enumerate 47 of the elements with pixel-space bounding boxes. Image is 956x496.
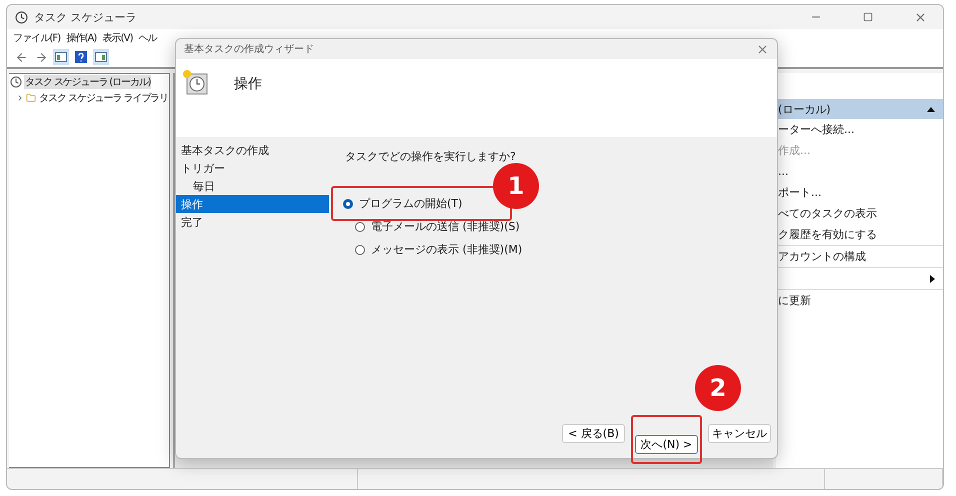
dialog-button[interactable]: 次へ(N) > bbox=[635, 435, 698, 454]
dialog-button[interactable]: キャンセル bbox=[708, 424, 771, 443]
help-icon[interactable] bbox=[75, 51, 87, 63]
panel-icon[interactable] bbox=[55, 52, 67, 62]
radio-icon[interactable] bbox=[355, 222, 365, 232]
menu-item[interactable]: 操作(A) bbox=[66, 31, 96, 45]
action-item[interactable]: べてのタスクの表示 bbox=[776, 203, 943, 224]
wizard-step: 完了 bbox=[176, 213, 329, 231]
panel-icon[interactable] bbox=[95, 52, 107, 62]
maximize-icon[interactable] bbox=[863, 12, 873, 22]
action-item[interactable]: ... bbox=[776, 161, 943, 182]
collapse-triangle-icon[interactable] bbox=[927, 106, 935, 112]
dialog-button[interactable]: < 戻る(B) bbox=[562, 424, 625, 443]
forward-arrow-icon[interactable] bbox=[34, 50, 48, 64]
menu-item[interactable]: ヘル bbox=[138, 31, 157, 45]
window-title: タスク スケジューラ bbox=[34, 10, 138, 24]
task-clock-icon bbox=[182, 69, 208, 95]
actions-header[interactable]: (ローカル) bbox=[776, 99, 943, 119]
action-item[interactable]: ク履歴を有効にする bbox=[776, 224, 943, 245]
expand-chevron-icon[interactable] bbox=[16, 93, 24, 103]
close-icon[interactable] bbox=[756, 42, 769, 56]
radio-option[interactable]: 電子メールの送信 (非推奨)(S) bbox=[355, 219, 520, 234]
close-icon[interactable] bbox=[914, 10, 926, 24]
action-item[interactable]: ポート... bbox=[776, 182, 943, 203]
radio-icon[interactable] bbox=[355, 244, 365, 254]
clock-icon bbox=[15, 10, 28, 24]
page-heading: 操作 bbox=[234, 75, 262, 93]
wizard-step: 操作 bbox=[176, 195, 329, 213]
menu-item[interactable]: ファイル(F) bbox=[13, 31, 60, 45]
actions-header-label: (ローカル) bbox=[778, 102, 831, 116]
back-arrow-icon[interactable] bbox=[14, 50, 28, 64]
clock-icon bbox=[10, 76, 22, 88]
radio-option[interactable]: メッセージの表示 (非推奨)(M) bbox=[355, 242, 522, 257]
radio-icon[interactable] bbox=[343, 198, 353, 208]
wizard-step: トリガー bbox=[176, 159, 329, 177]
question-text: タスクでどの操作を実行しますか? bbox=[345, 149, 517, 164]
dialog-title: 基本タスクの作成ウィザード bbox=[184, 42, 314, 56]
tree-item[interactable]: タスク スケジューラ ライブラリ bbox=[38, 91, 169, 105]
wizard-step: 基本タスクの作成 bbox=[176, 141, 329, 159]
step-number-badge: 2 bbox=[695, 365, 741, 411]
step-number-badge: 1 bbox=[493, 163, 539, 209]
action-item[interactable]: ーターへ接続... bbox=[776, 119, 943, 140]
tree-item[interactable]: タスク スケジューラ (ローカル) bbox=[24, 75, 152, 89]
radio-option[interactable]: プログラムの開始(T) bbox=[343, 196, 462, 211]
wizard-step: 毎日 bbox=[176, 177, 329, 195]
menu-item[interactable]: 表示(V) bbox=[102, 31, 133, 45]
folder-icon bbox=[26, 92, 36, 104]
